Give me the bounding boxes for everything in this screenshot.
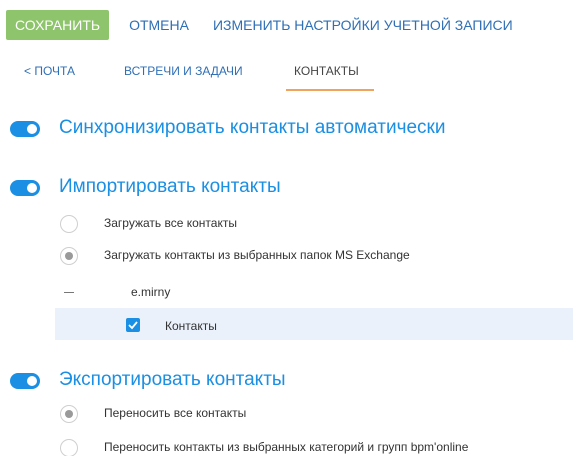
export-from-categories-radio[interactable] <box>60 439 78 456</box>
tab-contacts[interactable]: КОНТАКТЫ <box>294 64 359 78</box>
import-all-label: Загружать все контакты <box>104 216 237 230</box>
tab-mail[interactable]: < ПОЧТА <box>24 64 75 78</box>
contacts-folder-checkbox[interactable] <box>126 318 140 332</box>
mailbox-folder-label: e.mirny <box>131 285 171 299</box>
import-contacts-label: Импортировать контакты <box>59 176 281 197</box>
import-contacts-toggle[interactable] <box>10 180 40 196</box>
change-account-settings-button[interactable]: ИЗМЕНИТЬ НАСТРОЙКИ УЧЕТНОЙ ЗАПИСИ <box>213 17 513 33</box>
export-all-radio[interactable] <box>60 405 78 423</box>
settings-tabs: < ПОЧТА ВСТРЕЧИ И ЗАДАЧИ КОНТАКТЫ <box>0 58 573 92</box>
contacts-folder-label: Контакты <box>165 319 217 333</box>
import-all-radio[interactable] <box>60 215 78 233</box>
sync-contacts-label: Синхронизировать контакты автоматически <box>59 117 446 138</box>
collapse-minus-icon[interactable] <box>64 292 74 293</box>
import-from-folders-radio[interactable] <box>60 247 78 265</box>
save-button[interactable]: СОХРАНИТЬ <box>6 10 110 40</box>
sync-contacts-toggle[interactable] <box>10 121 40 137</box>
import-from-folders-label: Загружать контакты из выбранных папок MS… <box>104 248 410 262</box>
contacts-sync-settings: СОХРАНИТЬ ОТМЕНА ИЗМЕНИТЬ НАСТРОЙКИ УЧЕТ… <box>0 0 573 456</box>
checkmark-icon <box>128 321 138 330</box>
export-all-label: Переносить все контакты <box>104 406 247 420</box>
export-contacts-label: Экспортировать контакты <box>59 369 286 390</box>
export-from-categories-label: Переносить контакты из выбранных категор… <box>104 440 469 454</box>
active-tab-indicator <box>286 89 374 91</box>
export-contacts-toggle[interactable] <box>10 373 40 389</box>
cancel-button[interactable]: ОТМЕНА <box>129 17 189 33</box>
tab-meetings-and-tasks[interactable]: ВСТРЕЧИ И ЗАДАЧИ <box>124 64 243 78</box>
toolbar: СОХРАНИТЬ ОТМЕНА ИЗМЕНИТЬ НАСТРОЙКИ УЧЕТ… <box>6 10 513 40</box>
